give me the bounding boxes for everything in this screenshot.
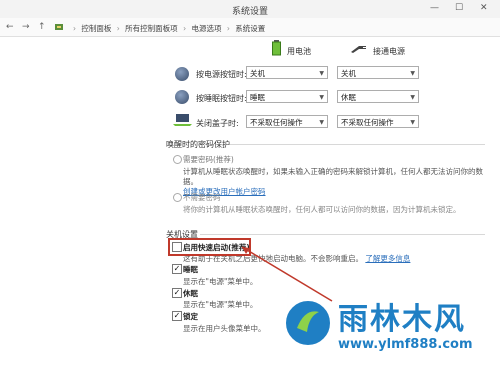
breadcrumb-item[interactable]: 系统设置 <box>235 24 265 33</box>
sleep-button-icon <box>175 90 189 104</box>
close-button[interactable]: ✕ <box>480 3 488 13</box>
require-password-label: 需要密码(推荐) <box>183 155 234 164</box>
divider <box>200 234 485 235</box>
breadcrumb-item[interactable]: 控制面板 <box>81 24 111 33</box>
navigation-bar: ← → ↑ › 控制面板 › 所有控制面板项 › 电源选项 › 系统设置 <box>0 18 500 37</box>
chevron-down-icon: ▼ <box>319 119 324 126</box>
breadcrumb: › 控制面板 › 所有控制面板项 › 电源选项 › 系统设置 <box>73 24 266 33</box>
hibernate-checkbox[interactable]: ✓ <box>172 288 182 298</box>
watermark: 雨林木风 www.ylmf888.com <box>283 292 498 367</box>
power-button-icon <box>175 67 189 81</box>
breadcrumb-item[interactable]: 电源选项 <box>191 24 221 33</box>
power-button-battery-select[interactable]: 关机 ▼ <box>246 66 328 79</box>
battery-column-header: 用电池 <box>287 47 311 56</box>
power-button-label: 按电源按钮时: <box>196 70 247 79</box>
minimize-button[interactable]: — <box>430 3 439 13</box>
no-password-label: 不需要密码 <box>183 193 221 202</box>
watermark-brand: 雨林木风 <box>338 302 466 337</box>
chevron-down-icon: ▼ <box>410 119 415 126</box>
laptop-lid-icon <box>173 114 192 126</box>
sleep-checkbox[interactable]: ✓ <box>172 264 182 274</box>
select-value: 不采取任何操作 <box>250 118 303 127</box>
chevron-down-icon: ▼ <box>319 70 324 77</box>
sleep-button-plugged-select[interactable]: 休眠 ▼ <box>337 90 419 103</box>
no-password-radio[interactable] <box>173 193 182 202</box>
chevron-down-icon: ▼ <box>410 70 415 77</box>
select-value: 关机 <box>341 69 356 78</box>
power-button-plugged-select[interactable]: 关机 ▼ <box>337 66 419 79</box>
require-password-description: 计算机从睡眠状态唤醒时，如果未输入正确的密码来解锁计算机，任何人都无法访问你的数 <box>183 167 483 176</box>
require-password-radio[interactable] <box>173 155 182 164</box>
back-arrow-icon[interactable]: ← <box>6 22 14 32</box>
window-title: 系统设置 <box>231 7 268 17</box>
close-lid-plugged-select[interactable]: 不采取任何操作 ▼ <box>337 115 419 128</box>
lock-checkbox[interactable]: ✓ <box>172 311 182 321</box>
hibernate-label: 休眠 <box>183 289 198 298</box>
select-value: 休眠 <box>341 93 356 102</box>
up-arrow-icon[interactable]: ↑ <box>38 22 46 32</box>
divider <box>230 144 485 145</box>
battery-icon <box>272 40 281 56</box>
lock-description: 显示在用户头像菜单中。 <box>183 324 266 333</box>
sleep-button-label: 按睡眠按钮时: <box>196 94 247 103</box>
highlight-box <box>168 238 251 256</box>
sleep-button-battery-select[interactable]: 睡眠 ▼ <box>246 90 328 103</box>
chevron-down-icon: ▼ <box>319 94 324 101</box>
select-value: 关机 <box>250 69 265 78</box>
wake-password-section-title: 唤醒时的密码保护 <box>166 140 230 149</box>
control-panel-icon <box>55 24 63 30</box>
plugged-in-column-header: 接通电源 <box>373 47 405 56</box>
watermark-logo-icon <box>284 299 332 347</box>
breadcrumb-item[interactable]: 所有控制面板项 <box>125 24 178 33</box>
no-password-description: 将你的计算机从睡眠状态唤醒时，任何人都可以访问你的数据，因为计算机未锁定。 <box>183 205 461 214</box>
learn-more-link[interactable]: 了解更多信息 <box>365 254 410 263</box>
sleep-label: 睡眠 <box>183 265 198 274</box>
watermark-url: www.ylmf888.com <box>338 337 473 352</box>
maximize-button[interactable]: ☐ <box>455 3 463 13</box>
lock-label: 锁定 <box>183 312 198 321</box>
chevron-down-icon: ▼ <box>410 94 415 101</box>
select-value: 不采取任何操作 <box>341 118 394 127</box>
select-value: 睡眠 <box>250 93 265 102</box>
power-plug-icon <box>351 46 366 53</box>
close-lid-label: 关闭盖子时: <box>196 119 239 128</box>
forward-arrow-icon[interactable]: → <box>22 22 30 32</box>
title-bar: 系统设置 — ☐ ✕ <box>0 0 500 18</box>
close-lid-battery-select[interactable]: 不采取任何操作 ▼ <box>246 115 328 128</box>
